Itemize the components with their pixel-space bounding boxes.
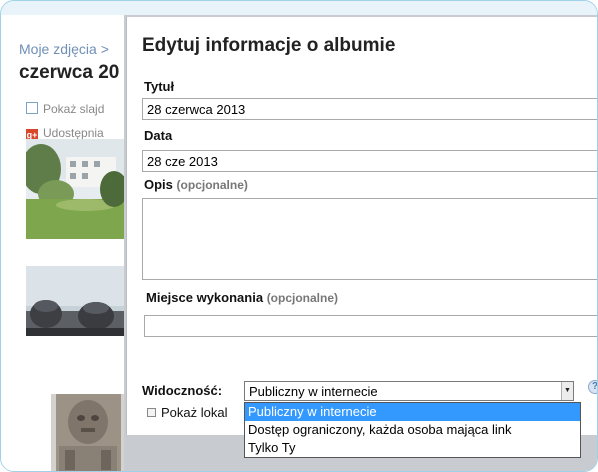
visibility-label: Widoczność: bbox=[142, 383, 223, 398]
place-label-text: Miejsce wykonania bbox=[146, 290, 264, 305]
photo-thumbnail[interactable] bbox=[26, 266, 126, 336]
show-location-label: Pokaż lokal bbox=[161, 405, 228, 420]
chevron-down-icon[interactable]: ▼ bbox=[561, 382, 573, 400]
title-input[interactable] bbox=[142, 98, 597, 120]
slideshow-label: Pokaż slajd bbox=[43, 102, 105, 116]
description-optional-hint: (opcjonalne) bbox=[176, 178, 248, 192]
dialog-title: Edytuj informacje o albumie bbox=[142, 35, 396, 56]
share-label: Udostępnia bbox=[43, 126, 104, 140]
photo-thumbnail[interactable] bbox=[51, 394, 126, 471]
window-top-bar bbox=[1, 1, 597, 15]
visibility-option-link[interactable]: Dostęp ograniczony, każda osoba mająca l… bbox=[245, 421, 580, 439]
description-textarea[interactable] bbox=[142, 198, 597, 280]
edit-album-dialog: Edytuj informacje o albumie Tytuł Data O… bbox=[126, 17, 597, 435]
place-optional-hint: (opcjonalne) bbox=[266, 291, 339, 305]
place-input[interactable] bbox=[144, 315, 597, 337]
album-title: czerwca 20 bbox=[19, 62, 120, 83]
visibility-selected-value: Publiczny w internecie bbox=[249, 384, 378, 399]
title-label: Tytuł bbox=[144, 79, 175, 94]
visibility-select[interactable]: Publiczny w internecie ▼ bbox=[244, 381, 574, 401]
date-label: Data bbox=[144, 128, 173, 143]
show-location-row[interactable]: Pokaż lokal bbox=[147, 405, 227, 420]
description-label-text: Opis bbox=[144, 177, 173, 192]
date-input[interactable] bbox=[142, 150, 597, 172]
description-label: Opis (opcjonalne) bbox=[144, 177, 248, 192]
visibility-dropdown-list: Publiczny w internecie Dostęp ograniczon… bbox=[244, 402, 581, 458]
window-frame: Moje zdjęcia > czerwca 20 Pokaż slajd g+… bbox=[0, 0, 598, 472]
breadcrumb[interactable]: Moje zdjęcia > bbox=[19, 41, 109, 57]
photo-thumbnail[interactable] bbox=[26, 139, 126, 239]
place-label: Miejsce wykonania (opcjonalne) bbox=[146, 290, 338, 305]
visibility-option-private[interactable]: Tylko Ty bbox=[245, 439, 580, 457]
fullscreen-icon bbox=[26, 102, 38, 114]
slideshow-button[interactable]: Pokaż slajd bbox=[26, 102, 104, 116]
visibility-option-public[interactable]: Publiczny w internecie bbox=[245, 403, 580, 421]
show-location-checkbox[interactable] bbox=[147, 408, 156, 417]
help-icon[interactable]: ? bbox=[588, 380, 597, 394]
